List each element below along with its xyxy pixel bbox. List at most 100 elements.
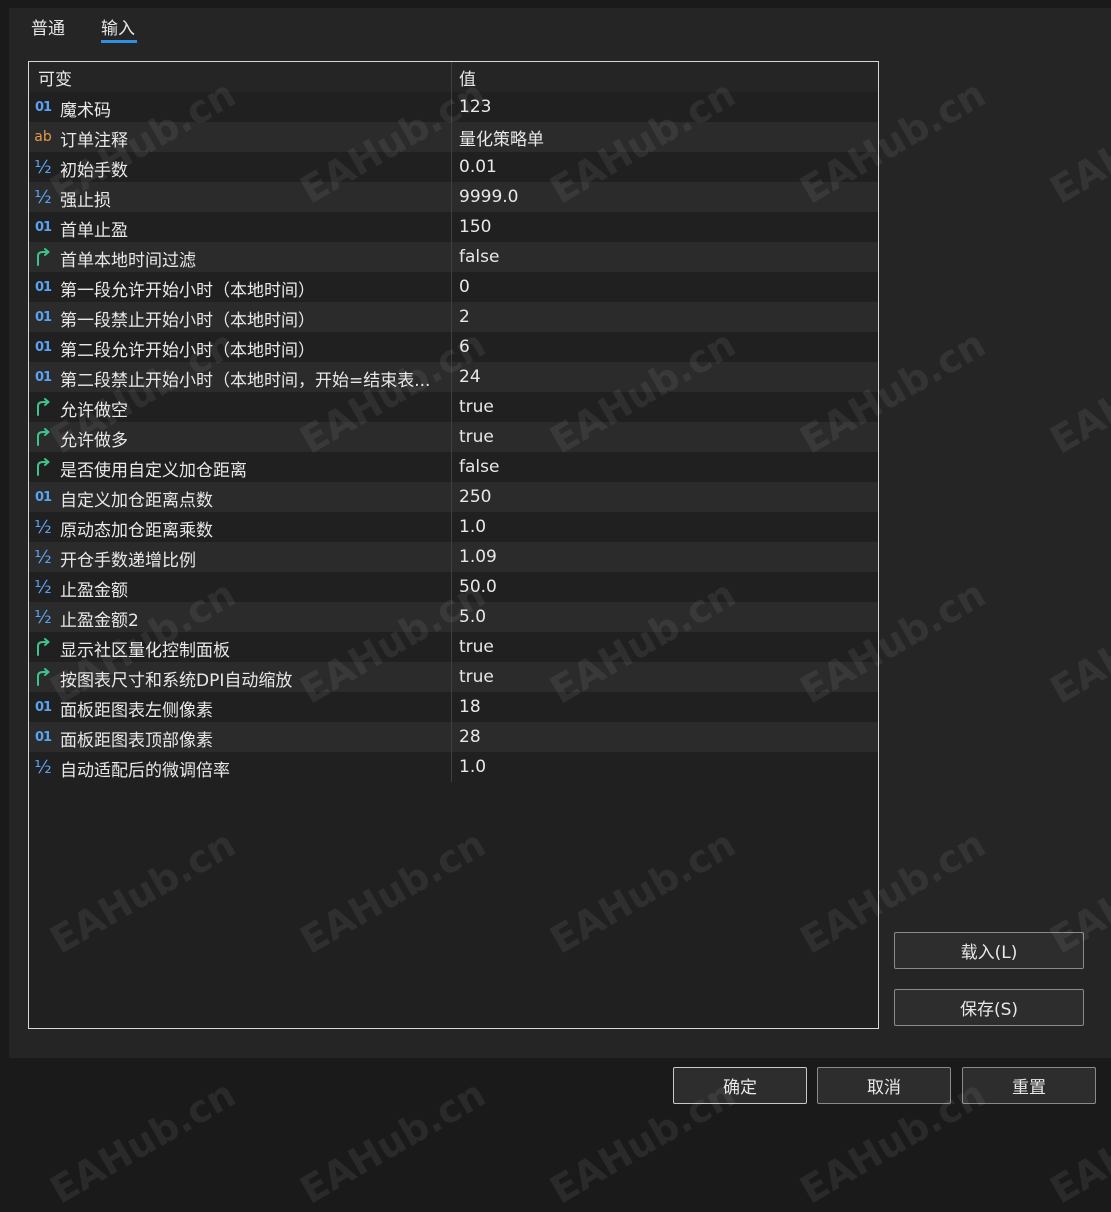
variable-name: 订单注释 — [60, 131, 128, 151]
variable-cell: 01 第二段禁止开始小时（本地时间，开始=结束表... — [29, 362, 452, 392]
table-row[interactable]: ½ 开仓手数递增比例 1.09 — [29, 542, 878, 572]
inputs-table: 可变 值 01 魔术码 123 ab 订单注释 量化策略单 ½ 初始手数 0.01 ½ 强止损 999… — [28, 61, 879, 1029]
variable-cell: 允许做空 — [29, 392, 452, 422]
variable-cell: ½ 止盈金额2 — [29, 602, 452, 632]
variable-cell: ½ 强止损 — [29, 182, 452, 212]
tab-general[interactable]: 普通 — [31, 14, 65, 39]
table-row[interactable]: ½ 原动态加仓距离乘数 1.0 — [29, 512, 878, 542]
table-row[interactable]: 是否使用自定义加仓距离 false — [29, 452, 878, 482]
value-cell[interactable]: 1.0 — [452, 517, 878, 537]
integer-type-icon: 01 — [34, 309, 52, 325]
watermark-text: EAHub.cn — [292, 1071, 493, 1212]
double-type-icon: ½ — [34, 546, 52, 568]
table-row[interactable]: ½ 自动适配后的微调倍率 1.0 — [29, 752, 878, 782]
value-cell[interactable]: 1.0 — [452, 757, 878, 777]
bool-type-icon — [33, 457, 53, 477]
table-row[interactable]: 01 第一段允许开始小时（本地时间） 0 — [29, 272, 878, 302]
table-row[interactable]: 01 魔术码 123 — [29, 92, 878, 122]
table-row[interactable]: 01 首单止盈 150 — [29, 212, 878, 242]
table-row[interactable]: 显示社区量化控制面板 true — [29, 632, 878, 662]
variable-name: 按图表尺寸和系统DPI自动缩放 — [60, 671, 293, 691]
value-cell[interactable]: 1.09 — [452, 547, 878, 567]
value-cell[interactable]: 5.0 — [452, 607, 878, 627]
table-row[interactable]: 01 面板距图表左侧像素 18 — [29, 692, 878, 722]
table-row[interactable]: 允许做多 true — [29, 422, 878, 452]
integer-type-icon: 01 — [34, 99, 52, 115]
table-header: 可变 值 — [29, 62, 878, 92]
column-header-value[interactable]: 值 — [452, 65, 878, 90]
variable-name: 魔术码 — [60, 101, 111, 121]
value-cell[interactable]: 9999.0 — [452, 187, 878, 207]
variable-cell: 01 面板距图表顶部像素 — [29, 722, 452, 752]
table-row[interactable]: 01 面板距图表顶部像素 28 — [29, 722, 878, 752]
tab-inputs[interactable]: 输入 — [101, 14, 135, 39]
variable-name: 第二段允许开始小时（本地时间） — [60, 341, 315, 361]
value-cell[interactable]: true — [452, 427, 878, 447]
value-cell[interactable]: false — [452, 247, 878, 267]
variable-cell: ab 订单注释 — [29, 122, 452, 152]
variable-name: 面板距图表左侧像素 — [60, 701, 213, 721]
value-cell[interactable]: true — [452, 397, 878, 417]
variable-cell: 01 自定义加仓距离点数 — [29, 482, 452, 512]
value-cell[interactable]: true — [452, 637, 878, 657]
table-row[interactable]: 首单本地时间过滤 false — [29, 242, 878, 272]
double-type-icon: ½ — [34, 576, 52, 598]
string-type-icon: ab — [34, 129, 52, 145]
variable-cell: 按图表尺寸和系统DPI自动缩放 — [29, 662, 452, 692]
value-cell[interactable]: 123 — [452, 97, 878, 117]
variable-name: 自定义加仓距离点数 — [60, 491, 213, 511]
variable-name: 显示社区量化控制面板 — [60, 641, 230, 661]
value-cell[interactable]: true — [452, 667, 878, 687]
integer-type-icon: 01 — [34, 279, 52, 295]
value-cell[interactable]: 0 — [452, 277, 878, 297]
value-cell[interactable]: 6 — [452, 337, 878, 357]
integer-type-icon: 01 — [34, 699, 52, 715]
value-cell[interactable]: 50.0 — [452, 577, 878, 597]
variable-cell: 01 首单止盈 — [29, 212, 452, 242]
variable-name: 止盈金额 — [60, 581, 128, 601]
value-cell[interactable]: 28 — [452, 727, 878, 747]
variable-name: 第一段禁止开始小时（本地时间） — [60, 311, 315, 331]
column-header-variable[interactable]: 可变 — [29, 62, 452, 92]
value-cell[interactable]: 0.01 — [452, 157, 878, 177]
value-cell[interactable]: 150 — [452, 217, 878, 237]
table-row[interactable]: 01 第二段允许开始小时（本地时间） 6 — [29, 332, 878, 362]
variable-name: 自动适配后的微调倍率 — [60, 761, 230, 781]
value-cell[interactable]: 2 — [452, 307, 878, 327]
table-row[interactable]: ½ 初始手数 0.01 — [29, 152, 878, 182]
ok-button[interactable]: 确定 — [673, 1067, 807, 1104]
variable-cell: ½ 初始手数 — [29, 152, 452, 182]
variable-name: 首单本地时间过滤 — [60, 251, 196, 271]
table-row[interactable]: 01 第一段禁止开始小时（本地时间） 2 — [29, 302, 878, 332]
value-cell[interactable]: 18 — [452, 697, 878, 717]
variable-name: 原动态加仓距离乘数 — [60, 521, 213, 541]
variable-cell: ½ 开仓手数递增比例 — [29, 542, 452, 572]
reset-button[interactable]: 重置 — [962, 1067, 1096, 1104]
variable-cell: 01 魔术码 — [29, 92, 452, 122]
bool-type-icon — [33, 667, 53, 687]
table-row[interactable]: 01 第二段禁止开始小时（本地时间，开始=结束表... 24 — [29, 362, 878, 392]
cancel-button[interactable]: 取消 — [817, 1067, 951, 1104]
value-cell[interactable]: 250 — [452, 487, 878, 507]
variable-name: 首单止盈 — [60, 221, 128, 241]
double-type-icon: ½ — [34, 156, 52, 178]
integer-type-icon: 01 — [34, 339, 52, 355]
variable-cell: 01 第二段允许开始小时（本地时间） — [29, 332, 452, 362]
save-button[interactable]: 保存(S) — [894, 989, 1084, 1026]
table-row[interactable]: ab 订单注释 量化策略单 — [29, 122, 878, 152]
variable-name: 初始手数 — [60, 161, 128, 181]
table-row[interactable]: 01 自定义加仓距离点数 250 — [29, 482, 878, 512]
double-type-icon: ½ — [34, 606, 52, 628]
load-button[interactable]: 载入(L) — [894, 932, 1084, 969]
variable-cell: 01 第一段禁止开始小时（本地时间） — [29, 302, 452, 332]
table-row[interactable]: ½ 强止损 9999.0 — [29, 182, 878, 212]
value-cell[interactable]: 24 — [452, 367, 878, 387]
table-row[interactable]: 按图表尺寸和系统DPI自动缩放 true — [29, 662, 878, 692]
table-row[interactable]: ½ 止盈金额 50.0 — [29, 572, 878, 602]
variable-name: 强止损 — [60, 191, 111, 211]
value-cell[interactable]: 量化策略单 — [452, 125, 878, 150]
table-row[interactable]: 允许做空 true — [29, 392, 878, 422]
table-row[interactable]: ½ 止盈金额2 5.0 — [29, 602, 878, 632]
value-cell[interactable]: false — [452, 457, 878, 477]
variable-cell: 显示社区量化控制面板 — [29, 632, 452, 662]
